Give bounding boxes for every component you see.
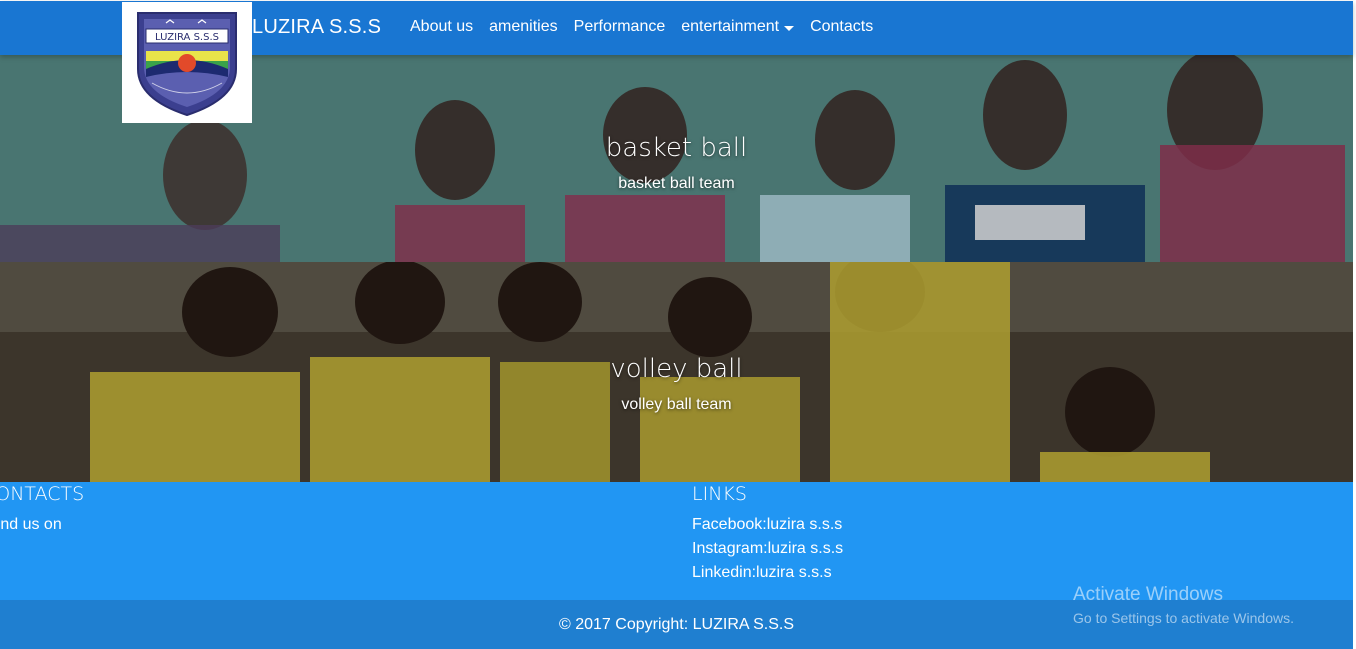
facebook-link[interactable]: Facebook:luzira s.s.s <box>692 516 842 534</box>
crest-lettering: LUZIRA S.S.S <box>155 32 219 43</box>
slide-title: volley ball <box>610 354 743 384</box>
slide-subtitle: basket ball team <box>618 175 735 192</box>
nav-link-contacts[interactable]: Contacts <box>810 18 873 36</box>
nav-links: About us amenities Performance entertain… <box>410 18 889 36</box>
copyright-link[interactable]: LUZIRA S.S.S <box>693 616 794 633</box>
school-crest-icon: LUZIRA S.S.S <box>137 11 237 116</box>
links-heading: LINKS <box>692 483 747 505</box>
slide-caption: basket ball basket ball team <box>0 133 1353 193</box>
contacts-heading: CONTACTS <box>0 483 85 505</box>
slide-title: basket ball <box>605 133 748 163</box>
school-logo[interactable]: LUZIRA S.S.S <box>122 2 252 123</box>
footer: CONTACTS Find us on LINKS Facebook:luzir… <box>0 482 1353 600</box>
slide-volleyball: volley ball volley ball team <box>0 262 1353 482</box>
nav-link-entertainment-label: entertainment <box>681 18 780 35</box>
contacts-text: Find us on <box>0 516 62 533</box>
instagram-link[interactable]: Instagram:luzira s.s.s <box>692 540 843 558</box>
nav-link-performance[interactable]: Performance <box>574 18 666 36</box>
slide-caption: volley ball volley ball team <box>0 354 1353 414</box>
nav-link-entertainment[interactable]: entertainment <box>681 18 795 36</box>
brand-link[interactable]: LUZIRA S.S.S <box>252 16 381 39</box>
nav-link-about[interactable]: About us <box>410 18 473 36</box>
copyright-text: © 2017 Copyright: <box>558 616 689 633</box>
nav-link-amenities[interactable]: amenities <box>489 18 557 36</box>
slide-subtitle: volley ball team <box>621 396 732 413</box>
activate-windows-watermark: Activate Windows Go to Settings to activ… <box>1073 584 1294 626</box>
caret-down-icon <box>784 25 795 31</box>
watermark-subtitle: Go to Settings to activate Windows. <box>1073 610 1294 626</box>
watermark-title: Activate Windows <box>1073 584 1223 605</box>
linkedin-link[interactable]: Linkedin:luzira s.s.s <box>692 564 832 582</box>
